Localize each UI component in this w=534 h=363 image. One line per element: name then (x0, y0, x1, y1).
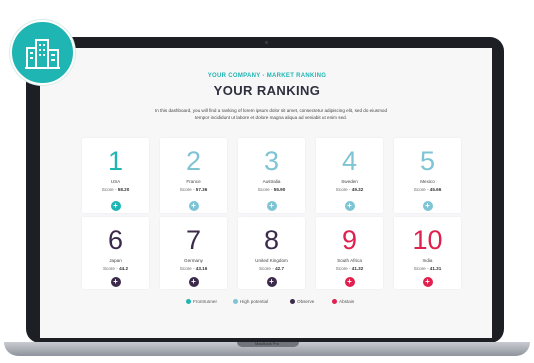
country-name: Germany (184, 258, 203, 263)
ranking-card: 1 USA Score - 58.20 + (82, 138, 149, 213)
country-name: Sweden (341, 179, 358, 184)
ranking-card: 6 Japan Score - 44.2 + (82, 217, 149, 289)
rank-number: 3 (263, 146, 280, 176)
expand-plus-icon[interactable]: + (110, 277, 121, 287)
score-text: Score - 55.90 (238, 187, 305, 192)
rank-number: 6 (107, 225, 124, 255)
score-text: Score - 41.31 (394, 266, 461, 271)
expand-plus-icon[interactable]: + (188, 277, 199, 287)
legend-label: Observe (297, 299, 315, 304)
score-text: Score - 42.7 (238, 266, 305, 271)
rank-number: 8 (263, 225, 280, 255)
score-value: 43.16 (195, 266, 208, 271)
score-value: 44.2 (119, 266, 129, 271)
score-label: Score - (102, 266, 120, 271)
score-value: 58.20 (117, 187, 130, 192)
score-label: Score - (335, 266, 352, 271)
legend-dot (332, 299, 337, 304)
expand-plus-icon[interactable]: + (422, 277, 433, 287)
ranking-card: 5 Mexico Score - 45.66 + (394, 138, 461, 213)
score-text: Score - 49.32 (316, 187, 383, 192)
score-value: 57.36 (195, 187, 208, 192)
score-text: Score - 43.16 (160, 266, 227, 271)
country-name: USA (110, 179, 121, 184)
country-name: Mexico (420, 179, 435, 184)
score-text: Score - 41.32 (316, 266, 383, 271)
page-title: YOUR RANKING (213, 83, 321, 98)
score-label: Score - (335, 187, 352, 192)
score-text: Score - 57.36 (160, 187, 227, 192)
dashboard-description: In this dashboard, you will find a ranki… (154, 108, 388, 120)
score-label: Score - (179, 266, 196, 271)
score-label: Score - (413, 187, 430, 192)
country-name: France (186, 179, 201, 184)
legend-label: High potential (240, 299, 269, 304)
score-value: 41.32 (351, 266, 364, 271)
score-value: 49.32 (351, 187, 364, 192)
legend-dot (186, 299, 191, 304)
country-name: India (422, 258, 433, 263)
ranking-card: 4 Sweden Score - 49.32 + (316, 138, 383, 213)
dashboard-subtitle: YOUR COMPANY - MARKET RANKING (207, 73, 327, 79)
score-value: 42.7 (275, 266, 285, 271)
expand-plus-icon[interactable]: + (110, 201, 121, 211)
country-name: Australia (262, 179, 281, 184)
ranking-card: 9 South Africa Score - 41.32 + (316, 217, 383, 289)
expand-plus-icon[interactable]: + (344, 277, 355, 287)
ranking-card: 7 Germany Score - 43.16 + (160, 217, 227, 289)
score-text: Score - 44.2 (82, 266, 149, 271)
expand-plus-icon[interactable]: + (422, 201, 433, 211)
rank-number: 10 (412, 225, 443, 255)
score-label: Score - (258, 266, 276, 271)
score-label: Score - (179, 187, 196, 192)
camera-icon (265, 41, 268, 44)
ranking-card: 10 India Score - 41.31 + (394, 217, 461, 289)
buildings-icon (25, 39, 60, 69)
ranking-card: 8 United Kingdom Score - 42.7 + (238, 217, 305, 289)
score-value: 45.66 (429, 187, 442, 192)
expand-plus-icon[interactable]: + (266, 201, 277, 211)
expand-plus-icon[interactable]: + (188, 201, 199, 211)
expand-plus-icon[interactable]: + (266, 277, 277, 287)
score-label: Score - (413, 266, 430, 271)
legend-label: Abstain (339, 299, 355, 304)
score-label: Score - (257, 187, 274, 192)
legend-dot (233, 299, 238, 304)
rank-number: 4 (341, 146, 358, 176)
laptop-label: MacBook Pro (254, 341, 279, 346)
score-text: Score - 58.20 (82, 187, 149, 192)
ranking-card: 2 France Score - 57.36 + (160, 138, 227, 213)
rank-number: 9 (341, 225, 358, 255)
rank-number: 7 (185, 225, 202, 255)
rank-number: 5 (419, 146, 436, 176)
score-label: Score - (101, 187, 118, 192)
score-text: Score - 45.66 (394, 187, 461, 192)
legend-dot (290, 299, 295, 304)
legend-label: Frontrunner (193, 299, 218, 304)
expand-plus-icon[interactable]: + (344, 201, 355, 211)
ranking-card: 3 Australia Score - 55.90 + (238, 138, 305, 213)
rank-number: 1 (107, 146, 124, 176)
score-value: 55.90 (273, 187, 286, 192)
rank-number: 2 (185, 146, 202, 176)
country-name: South Africa (337, 258, 362, 263)
country-name: United Kingdom (255, 258, 288, 263)
score-value: 41.31 (429, 266, 442, 271)
country-name: Japan (109, 258, 122, 263)
